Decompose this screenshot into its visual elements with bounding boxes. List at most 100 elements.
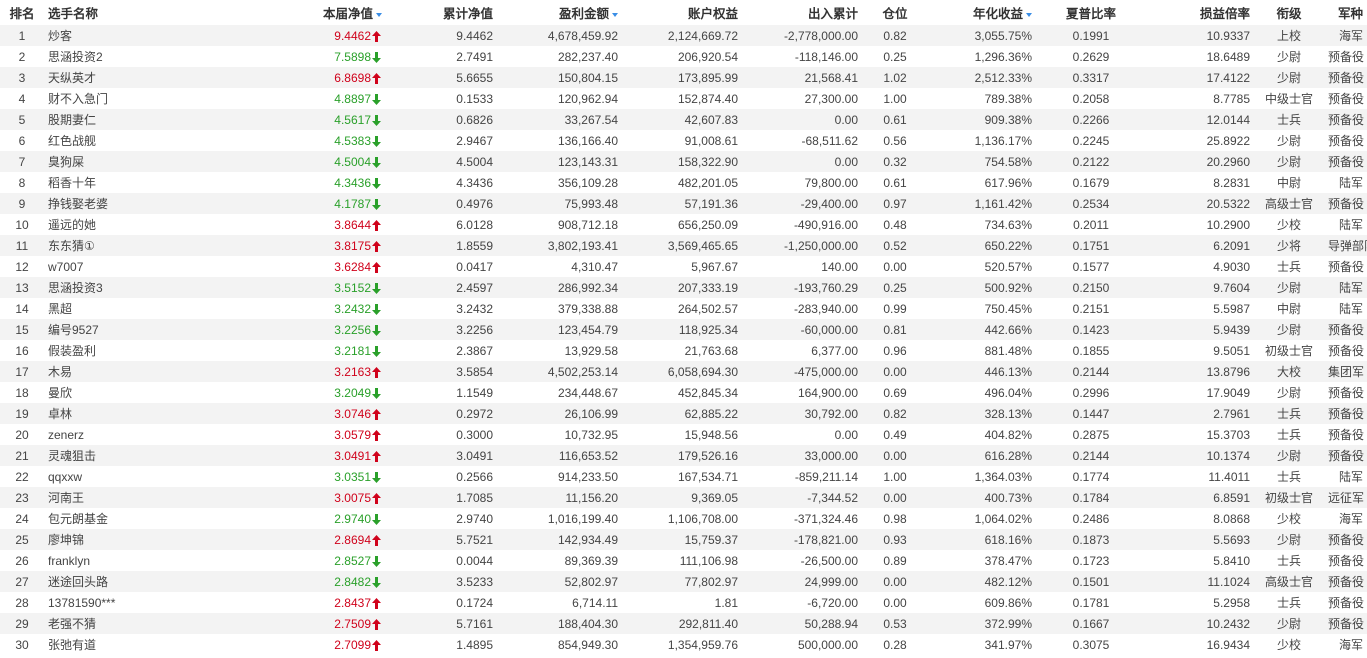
sort-down-icon[interactable]	[1026, 12, 1032, 17]
player-name-cell[interactable]: 红色战舰	[44, 130, 262, 151]
table-row[interactable]: 9 挣钱娶老婆 4.1787 0.4976 75,993.48 57,191.36 -29,…	[0, 193, 1367, 214]
player-name-cell[interactable]: 炒客	[44, 25, 262, 46]
table-row[interactable]: 12 w7007 3.6284 0.0417 4,310.47 5,967.67 140.0…	[0, 256, 1367, 277]
player-name-cell[interactable]: 迷途回头路	[44, 571, 262, 592]
player-name-cell[interactable]: 编号9527	[44, 319, 262, 340]
player-name-cell[interactable]: 张弛有道	[44, 634, 262, 655]
player-name-cell[interactable]: 包元朗基金	[44, 508, 262, 529]
annualized-return-cell: 616.28%	[928, 445, 1036, 466]
header-cumulative-nav-label: 累计净值	[442, 7, 493, 21]
player-name-cell[interactable]: 挣钱娶老婆	[44, 193, 262, 214]
table-row[interactable]: 25 廖坤锦 2.8694 5.7521 142,934.49 15,759.37 -178…	[0, 529, 1367, 550]
player-name-cell[interactable]: 老强不猜	[44, 613, 262, 634]
player-name-cell[interactable]: 河南王	[44, 487, 262, 508]
table-row[interactable]: 20 zenerz 3.0579 0.3000 10,732.95 15,948.56 0.…	[0, 424, 1367, 445]
player-name-cell[interactable]: 思涵投资3	[44, 277, 262, 298]
profit-amount-cell: 286,992.34	[497, 277, 622, 298]
table-row[interactable]: 19 卓林 3.0746 0.2972 26,106.99 62,885.22 30,792…	[0, 403, 1367, 424]
profit-amount-cell: 123,454.79	[497, 319, 622, 340]
annualized-return-cell: 1,136.17%	[928, 130, 1036, 151]
profit-loss-ratio-cell: 10.2900	[1146, 214, 1254, 235]
table-row[interactable]: 1 炒客 9.4462 9.4462 4,678,459.92 2,124,669.72-…	[0, 25, 1367, 46]
player-name-cell[interactable]: 思涵投资2	[44, 46, 262, 67]
arrow-down-icon	[371, 281, 382, 295]
table-row[interactable]: 14 黑超 3.2432 3.2432 379,338.88 264,502.57 -283…	[0, 298, 1367, 319]
position-cell: 0.25	[862, 277, 928, 298]
player-name-cell[interactable]: 廖坤锦	[44, 529, 262, 550]
player-name-cell[interactable]: 假装盈利	[44, 340, 262, 361]
table-row[interactable]: 30 张弛有道 2.7099 1.4895 854,949.30 1,354,959.76…	[0, 634, 1367, 655]
table-row[interactable]: 26 franklyn 2.8527 0.0044 89,369.39 111,106.9…	[0, 550, 1367, 571]
table-row[interactable]: 17 木易 3.2163 3.5854 4,502,253.14 6,058,694.30…	[0, 361, 1367, 382]
in-out-total-cell: 79,800.00	[742, 172, 862, 193]
header-current-nav[interactable]: 本届净值	[262, 0, 386, 25]
profit-amount-cell: 282,237.40	[497, 46, 622, 67]
player-name-cell[interactable]: 天纵英才	[44, 67, 262, 88]
table-row[interactable]: 27 迷途回头路 2.8482 3.5233 52,802.97 77,802.97 24,…	[0, 571, 1367, 592]
current-nav-value: 7.5898	[334, 49, 371, 64]
player-name-cell[interactable]: 臭狗屎	[44, 151, 262, 172]
profit-amount-cell: 52,802.97	[497, 571, 622, 592]
player-name-cell[interactable]: 木易	[44, 361, 262, 382]
profit-amount-cell: 136,166.40	[497, 130, 622, 151]
table-row[interactable]: 4 财不入急门 4.8897 0.1533 120,962.94 152,874.40 27…	[0, 88, 1367, 109]
current-nav-cell: 4.5004	[262, 151, 386, 172]
player-name-cell[interactable]: zenerz	[44, 424, 262, 445]
table-row[interactable]: 3 天纵英才 6.8698 5.6655 150,804.15 173,895.99 21,…	[0, 67, 1367, 88]
table-row[interactable]: 18 曼欣 3.2049 1.1549 234,448.67 452,845.34 164,…	[0, 382, 1367, 403]
service-branch-cell: 预备役	[1324, 571, 1367, 592]
annualized-return-cell: 496.04%	[928, 382, 1036, 403]
rank-cell: 7	[0, 151, 44, 172]
player-name-cell[interactable]: 13781590***	[44, 592, 262, 613]
table-row[interactable]: 7 臭狗屎 4.5004 4.5004 123,143.31 158,322.90 0.00…	[0, 151, 1367, 172]
table-row[interactable]: 8 稻香十年 4.3436 4.3436 356,109.28 482,201.05 79,…	[0, 172, 1367, 193]
player-name-cell[interactable]: 遥远的她	[44, 214, 262, 235]
table-row[interactable]: 11 东东猜① 3.8175 1.8559 3,802,193.41 3,569,465.…	[0, 235, 1367, 256]
player-name-cell[interactable]: qqxxw	[44, 466, 262, 487]
player-name-cell[interactable]: 灵魂狙击	[44, 445, 262, 466]
table-row[interactable]: 29 老强不猜 2.7509 5.7161 188,404.30 292,811.40 50…	[0, 613, 1367, 634]
player-name-cell[interactable]: 东东猜①	[44, 235, 262, 256]
in-out-total-cell: -283,940.00	[742, 298, 862, 319]
sharpe-ratio-cell: 0.2245	[1036, 130, 1146, 151]
table-row[interactable]: 28 13781590*** 2.8437 0.1724 6,714.11 1.81 -6,…	[0, 592, 1367, 613]
table-row[interactable]: 15 编号9527 3.2256 3.2256 123,454.79 118,925.34…	[0, 319, 1367, 340]
service-branch-cell: 预备役	[1324, 46, 1367, 67]
cumulative-nav-cell: 0.2566	[386, 466, 497, 487]
rank-title-cell: 少尉	[1254, 151, 1324, 172]
player-name-cell[interactable]: w7007	[44, 256, 262, 277]
annualized-return-cell: 618.16%	[928, 529, 1036, 550]
player-name-cell[interactable]: franklyn	[44, 550, 262, 571]
table-row[interactable]: 22 qqxxw 3.0351 0.2566 914,233.50 167,534.71-…	[0, 466, 1367, 487]
sort-down-icon[interactable]	[376, 12, 382, 17]
player-name-cell[interactable]: 黑超	[44, 298, 262, 319]
service-branch-cell: 海军	[1324, 634, 1367, 655]
table-row[interactable]: 23 河南王 3.0075 1.7085 11,156.20 9,369.05 -7,344…	[0, 487, 1367, 508]
service-branch-cell: 预备役	[1324, 382, 1367, 403]
service-branch-cell: 陆军	[1324, 298, 1367, 319]
sort-down-icon[interactable]	[612, 12, 618, 17]
player-name-cell[interactable]: 财不入急门	[44, 88, 262, 109]
table-row[interactable]: 16 假装盈利 3.2181 2.3867 13,929.58 21,763.68 6,37…	[0, 340, 1367, 361]
player-name-cell[interactable]: 股期妻仁	[44, 109, 262, 130]
header-annualized-return[interactable]: 年化收益	[928, 0, 1036, 25]
table-row[interactable]: 6 红色战舰 4.5383 2.9467 136,166.40 91,008.61 -68,…	[0, 130, 1367, 151]
header-profit-amount[interactable]: 盈利金额	[497, 0, 622, 25]
table-row[interactable]: 21 灵魂狙击 3.0491 3.0491 116,653.52 179,526.16 33…	[0, 445, 1367, 466]
table-row[interactable]: 13 思涵投资3 3.5152 2.4597 286,992.34 207,333.19-…	[0, 277, 1367, 298]
table-row[interactable]: 24 包元朗基金 2.9740 2.9740 1,016,199.40 1,106,708…	[0, 508, 1367, 529]
in-out-total-cell: 50,288.94	[742, 613, 862, 634]
current-nav-cell: 4.8897	[262, 88, 386, 109]
position-cell: 0.96	[862, 340, 928, 361]
player-name-cell[interactable]: 曼欣	[44, 382, 262, 403]
player-name-cell[interactable]: 稻香十年	[44, 172, 262, 193]
service-branch-cell: 预备役	[1324, 592, 1367, 613]
current-nav-value: 6.8698	[334, 70, 371, 85]
header-position-label: 仓位	[882, 7, 908, 21]
position-cell: 0.61	[862, 172, 928, 193]
header-current-nav-label: 本届净值	[322, 7, 373, 21]
table-row[interactable]: 5 股期妻仁 4.5617 0.6826 33,267.54 42,607.83 0.00 0…	[0, 109, 1367, 130]
table-row[interactable]: 2 思涵投资2 7.5898 2.7491 282,237.40 206,920.54 -1…	[0, 46, 1367, 67]
table-row[interactable]: 10 遥远的她 3.8644 6.0128 908,712.18 656,250.09 -4…	[0, 214, 1367, 235]
player-name-cell[interactable]: 卓林	[44, 403, 262, 424]
